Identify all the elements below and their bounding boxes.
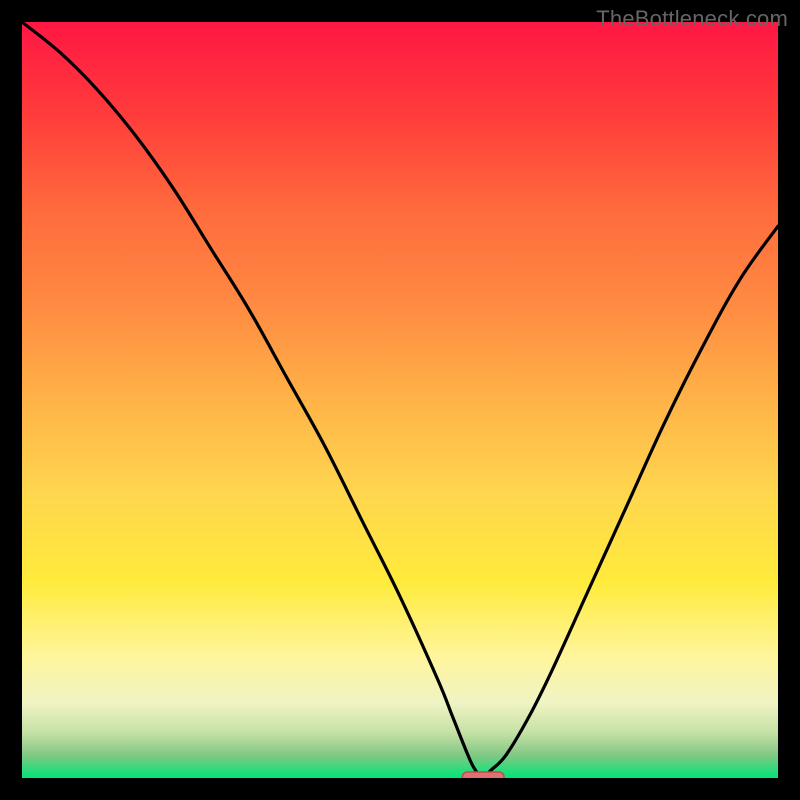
chart-svg (22, 22, 778, 778)
chart-container: TheBottleneck.com (0, 0, 800, 800)
plot-area (22, 22, 778, 778)
watermark-text: TheBottleneck.com (596, 6, 788, 32)
optimal-marker (462, 772, 504, 778)
